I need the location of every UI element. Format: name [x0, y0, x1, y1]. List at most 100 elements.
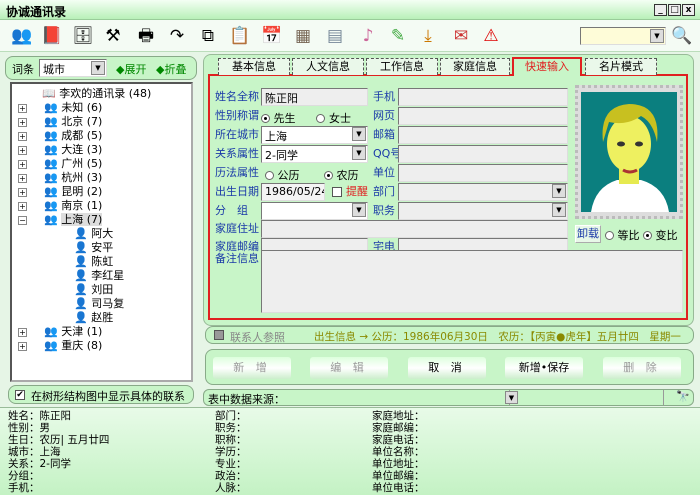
calendar-icon[interactable]: 📅 [260, 24, 284, 48]
download-icon[interactable]: ⤓ [416, 24, 440, 48]
chevron-down-icon[interactable]: ▼ [352, 146, 366, 160]
ratio-free-radio[interactable] [643, 231, 652, 240]
search-icon[interactable]: 🔍 [670, 24, 694, 48]
tree-contact[interactable]: 👤 李红星 [74, 269, 124, 283]
maximize-button[interactable]: □ [668, 4, 681, 16]
tree-contact[interactable]: 👤 司马复 [74, 297, 124, 311]
tree-contact-label: 阿大 [91, 227, 114, 240]
tree-group[interactable]: 👥 上海 (7) [44, 213, 103, 227]
edit-button[interactable]: 编 辑 [310, 357, 388, 379]
close-button[interactable]: x [682, 4, 695, 16]
tree-group[interactable]: 👥 昆明 (2) [44, 185, 102, 199]
web-field[interactable] [398, 107, 568, 125]
sign-icon[interactable]: ✉ [449, 24, 473, 48]
binoculars-icon[interactable]: 🔭 [676, 390, 690, 403]
tools-icon[interactable]: ⚒ [101, 24, 125, 48]
printer-icon[interactable]: 🖶 [134, 24, 158, 48]
tab-2[interactable]: 人文信息 [292, 58, 364, 75]
contacts-icon[interactable]: 👥 [10, 24, 34, 48]
home-address-field[interactable] [261, 220, 568, 238]
tree-group[interactable]: 👥 杭州 (3) [44, 171, 102, 185]
gender-male-radio[interactable] [261, 114, 270, 123]
redo-icon[interactable]: ↷ [165, 24, 189, 48]
ratio-options: 等比 变比 [605, 227, 678, 243]
tree-contact[interactable]: 👤 赵胜 [74, 311, 113, 325]
tree-contact[interactable]: 👤 安平 [74, 241, 113, 255]
chevron-down-icon[interactable]: ▼ [505, 391, 518, 404]
calendar-solar-radio[interactable] [265, 171, 274, 180]
copy-icon[interactable]: ⧉ [196, 24, 220, 48]
email-field[interactable] [398, 126, 568, 144]
name-field[interactable]: 陈正阳 [261, 88, 368, 106]
tab-6[interactable]: 名片模式 [585, 58, 657, 75]
expand-node-icon[interactable]: + [18, 188, 27, 197]
tree-contact[interactable]: 👤 阿大 [74, 227, 113, 241]
remind-checkbox[interactable] [332, 187, 342, 197]
chevron-down-icon[interactable]: ▼ [352, 203, 366, 217]
tab-3[interactable]: 工作信息 [366, 58, 438, 75]
contact-ref-checkbox[interactable] [214, 330, 224, 340]
expand-node-icon[interactable]: + [18, 146, 27, 155]
new-button[interactable]: 新 增 [213, 357, 291, 379]
mobile-field[interactable] [398, 88, 568, 106]
new-save-button[interactable]: 新增•保存 [505, 357, 583, 379]
chevron-down-icon[interactable]: ▼ [552, 203, 566, 217]
tab-1[interactable]: 基本信息 [218, 58, 290, 75]
expand-node-icon[interactable]: + [18, 328, 27, 337]
show-contacts-checkbox[interactable]: ✔ [15, 390, 25, 400]
texture-icon[interactable]: ▦ [291, 24, 315, 48]
unload-photo-button[interactable]: 卸载 [575, 225, 601, 243]
ratio-fixed-radio[interactable] [605, 231, 614, 240]
paste-icon[interactable]: 📋 [228, 24, 252, 48]
warning-icon[interactable]: ⚠ [479, 24, 503, 48]
datasource-select[interactable] [509, 390, 664, 405]
photo-frame[interactable] [575, 85, 683, 219]
tree-group[interactable]: 👥 成都 (5) [44, 129, 102, 143]
show-contacts-option[interactable]: ✔ 在树形结构图中显示具体的联系人 [8, 385, 194, 419]
expand-node-icon[interactable]: + [18, 160, 27, 169]
minimize-button[interactable]: _ [654, 4, 667, 16]
cancel-button[interactable]: 取 消 [408, 357, 486, 379]
notes-textarea[interactable] [261, 250, 683, 313]
delete-button[interactable]: 删 除 [603, 357, 681, 379]
collapse-button[interactable]: ◆折叠 [156, 61, 186, 77]
chevron-down-icon[interactable]: ▼ [650, 29, 664, 43]
tree-group[interactable]: 👥 大连 (3) [44, 143, 102, 157]
tree-group[interactable]: 👥 广州 (5) [44, 157, 102, 171]
collapse-node-icon[interactable]: − [18, 216, 27, 225]
title-field[interactable] [398, 202, 568, 220]
tree-group[interactable]: 👥 未知 (6) [44, 101, 102, 115]
qq-field[interactable] [398, 145, 568, 163]
expand-node-icon[interactable]: + [18, 342, 27, 351]
tab-5[interactable]: 快速输入 [512, 57, 582, 76]
expand-node-icon[interactable]: + [18, 118, 27, 127]
music-icon[interactable]: ♪ [356, 24, 380, 48]
chevron-down-icon[interactable]: ▼ [352, 127, 366, 141]
calculator-icon[interactable]: ▤ [323, 24, 347, 48]
expand-node-icon[interactable]: + [18, 132, 27, 141]
gender-female-radio[interactable] [316, 114, 326, 123]
expand-node-icon[interactable]: + [18, 104, 27, 113]
tree-group-label: 广州 (5) [61, 157, 103, 170]
book-icon[interactable]: 📕 [40, 24, 64, 48]
tree-root[interactable]: 📖 李欢的通讯录 (48) [42, 87, 151, 101]
birth-date-field[interactable]: 1986/05/24 [261, 183, 325, 201]
chevron-down-icon[interactable]: ▼ [552, 184, 566, 198]
cabinet-icon[interactable]: 🗄 [71, 24, 95, 48]
expand-node-icon[interactable]: + [18, 174, 27, 183]
tree-contact[interactable]: 👤 刘田 [74, 283, 113, 297]
expand-button[interactable]: ◆展开 [116, 61, 146, 77]
chevron-down-icon[interactable]: ▼ [91, 61, 105, 75]
tab-4[interactable]: 家庭信息 [440, 58, 510, 75]
expand-node-icon[interactable]: + [18, 202, 27, 211]
tree-contact[interactable]: 👤 陈虹 [74, 255, 113, 269]
tree-group[interactable]: 👥 南京 (1) [44, 199, 102, 213]
tree-group[interactable]: 👥 天津 (1) [44, 325, 102, 339]
tree-group[interactable]: 👥 重庆 (8) [44, 339, 102, 353]
dept-field[interactable] [398, 183, 568, 201]
pen-icon[interactable]: ✎ [386, 24, 410, 48]
contact-tree[interactable]: 📖 李欢的通讯录 (48) + 👥 未知 (6) + 👥 北京 (7) + 👥 成都 (5)… [10, 82, 193, 382]
tree-group[interactable]: 👥 北京 (7) [44, 115, 102, 129]
company-field[interactable] [398, 164, 568, 182]
calendar-lunar-radio[interactable] [323, 171, 333, 180]
